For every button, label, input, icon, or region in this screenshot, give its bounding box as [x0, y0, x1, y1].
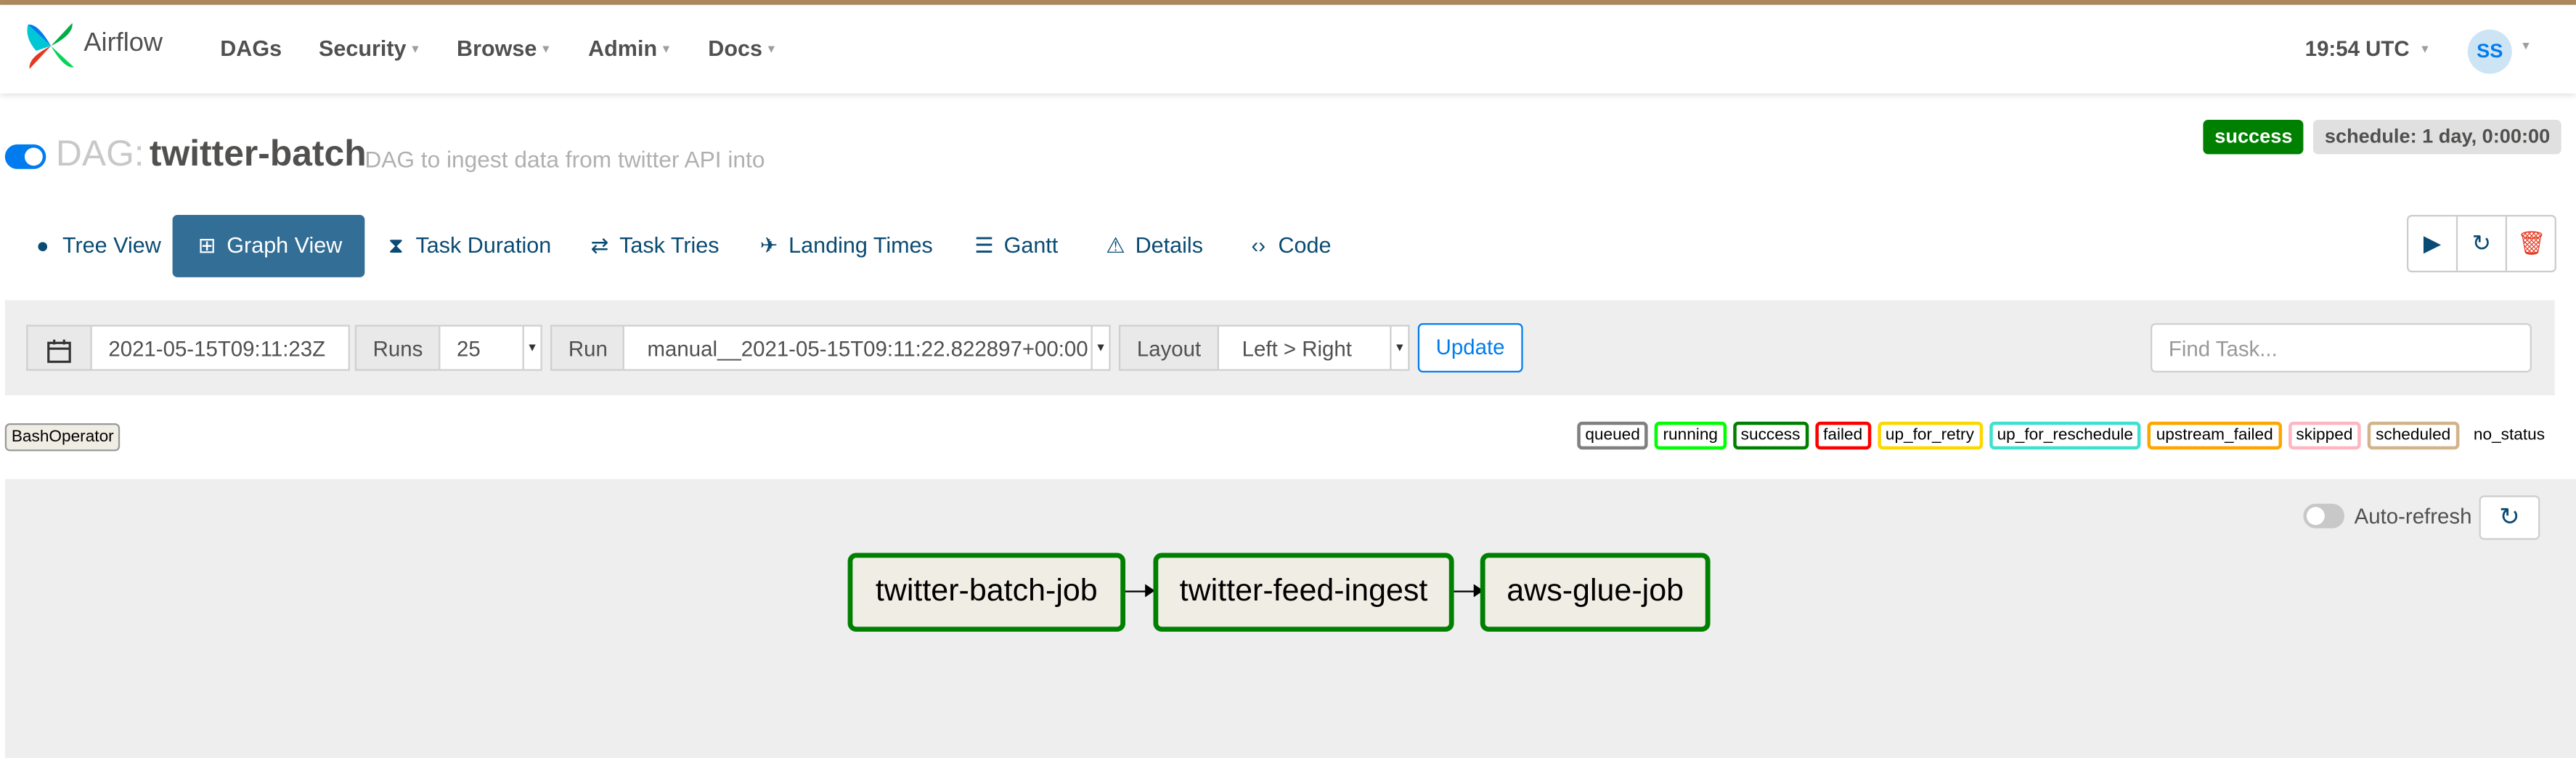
- run-select[interactable]: manual__2021-05-15T09:11:22.822897+00:00: [622, 325, 1093, 371]
- refresh-icon: ↻: [2471, 229, 2492, 256]
- view-tabs: ● Tree View ⊞ Graph View ⧗ Task Duration ⇄ T…: [0, 215, 1479, 277]
- utc-clock-label: 19:54 UTC: [2304, 36, 2410, 61]
- chevron-down-icon: ▼: [765, 44, 778, 56]
- tab-label: Gantt: [1003, 232, 1059, 258]
- base-date-input[interactable]: 2021-05-15T09:11:23Z: [90, 325, 350, 371]
- tab-graph-view[interactable]: ⊞ Graph View: [172, 215, 366, 277]
- runs-select[interactable]: 25: [439, 325, 524, 371]
- graph-canvas[interactable]: Auto-refresh ↻ twitter-batch-job twitter…: [4, 478, 2576, 758]
- caret-down-icon[interactable]: ▼: [1091, 325, 1111, 371]
- warning-triangle-icon: ⚠: [1106, 232, 1125, 258]
- operator-legend[interactable]: BashOperator: [4, 423, 121, 452]
- dag-description: DAG to ingest data from twitter API into: [364, 146, 765, 173]
- top-accent-strip: [0, 0, 2576, 5]
- task-node[interactable]: twitter-batch-job: [847, 553, 1126, 632]
- nav-browse-label: Browse: [457, 36, 537, 61]
- state-skipped[interactable]: skipped: [2288, 420, 2361, 449]
- tab-label: Details: [1135, 232, 1203, 258]
- tab-tree-view[interactable]: ● Tree View: [8, 215, 184, 277]
- dag-actions: ▶ ↻ 🗑: [2407, 215, 2556, 273]
- chevron-down-icon: ▼: [2419, 44, 2431, 56]
- nav-security-label: Security: [318, 36, 407, 61]
- state-failed[interactable]: failed: [1814, 420, 1871, 449]
- state-legend: queued running success failed up_for_ret…: [1577, 420, 2553, 449]
- run-label: Run: [550, 325, 624, 371]
- state-upstream-failed[interactable]: upstream_failed: [2148, 420, 2282, 449]
- dag-prefix: DAG:: [55, 133, 144, 174]
- nav-admin[interactable]: Admin ▼: [588, 36, 672, 61]
- nav-dags-label: DAGs: [220, 36, 282, 61]
- tab-details[interactable]: ⚠ Details: [1081, 215, 1226, 277]
- schedule-badge: schedule: 1 day, 0:00:00: [2313, 119, 2562, 155]
- layout-label: Layout: [1118, 325, 1219, 371]
- tab-label: Task Tries: [619, 232, 720, 258]
- state-scheduled[interactable]: scheduled: [2367, 420, 2459, 449]
- nav-docs[interactable]: Docs ▼: [708, 36, 777, 61]
- delete-dag-button[interactable]: 🗑: [2505, 216, 2556, 271]
- code-icon: ‹›: [1251, 232, 1266, 258]
- play-icon: ▶: [2423, 229, 2442, 256]
- tab-landing-times[interactable]: ✈ Landing Times: [734, 215, 955, 277]
- layout-select[interactable]: Left > Right: [1217, 325, 1392, 371]
- chevron-down-icon: ▼: [539, 44, 552, 56]
- update-button[interactable]: Update: [1417, 323, 1523, 372]
- tab-gantt[interactable]: ☰ Gantt: [950, 215, 1081, 277]
- dag-title: twitter-batch: [149, 133, 367, 174]
- dag-state-badge[interactable]: success: [2203, 119, 2304, 155]
- nav-security[interactable]: Security ▼: [319, 36, 421, 61]
- tab-label: Tree View: [62, 232, 161, 258]
- chevron-down-icon[interactable]: ▼: [2520, 41, 2532, 52]
- graph-refresh-button[interactable]: ↻: [2479, 495, 2540, 540]
- graph-icon: ⊞: [197, 232, 216, 258]
- auto-refresh-label: Auto-refresh: [2354, 503, 2472, 529]
- chevron-down-icon: ▼: [660, 44, 672, 56]
- state-up-for-retry[interactable]: up_for_retry: [1877, 420, 1983, 449]
- refresh-dag-button[interactable]: ↻: [2455, 216, 2506, 271]
- retry-icon: ⇄: [590, 232, 609, 258]
- runs-label: Runs: [354, 325, 441, 371]
- dag-pause-toggle[interactable]: [4, 144, 46, 169]
- brand-name[interactable]: Airflow: [83, 30, 163, 60]
- chevron-down-icon: ▼: [409, 44, 421, 56]
- airflow-pinwheel-icon[interactable]: [23, 18, 79, 74]
- caret-down-icon[interactable]: ▼: [1390, 325, 1410, 371]
- gantt-icon: ☰: [974, 232, 994, 258]
- tab-label: Code: [1278, 232, 1332, 258]
- state-no-status[interactable]: no_status: [2465, 420, 2553, 449]
- tab-label: Landing Times: [788, 232, 933, 258]
- trash-icon: 🗑: [2516, 229, 2547, 256]
- nav-docs-label: Docs: [708, 36, 762, 61]
- utc-clock[interactable]: 19:54 UTC ▼: [2305, 36, 2431, 61]
- task-node[interactable]: twitter-feed-ingest: [1153, 553, 1454, 632]
- tab-code[interactable]: ‹› Code: [1224, 215, 1354, 277]
- calendar-icon: [47, 338, 71, 362]
- state-queued[interactable]: queued: [1577, 420, 1649, 449]
- trigger-dag-button[interactable]: ▶: [2408, 216, 2456, 271]
- plane-landing-icon: ✈: [759, 232, 778, 258]
- calendar-button[interactable]: [26, 325, 92, 371]
- tab-task-tries[interactable]: ⇄ Task Tries: [565, 215, 742, 277]
- tab-label: Task Duration: [415, 232, 552, 258]
- state-success[interactable]: success: [1732, 420, 1809, 449]
- pin-icon: ●: [36, 232, 49, 258]
- tab-task-duration[interactable]: ⧗ Task Duration: [362, 215, 574, 277]
- state-up-for-reschedule[interactable]: up_for_reschedule: [1989, 420, 2142, 449]
- state-running[interactable]: running: [1655, 420, 1727, 449]
- user-avatar[interactable]: SS: [2467, 29, 2512, 74]
- caret-down-icon[interactable]: ▼: [522, 325, 542, 371]
- nav-browse[interactable]: Browse ▼: [457, 36, 552, 61]
- navbar: Airflow DAGs Security ▼ Browse ▼ Admin ▼ Do…: [0, 4, 2576, 94]
- tab-label: Graph View: [227, 232, 343, 258]
- nav-admin-label: Admin: [588, 36, 658, 61]
- refresh-icon: ↻: [2499, 503, 2520, 532]
- nav-dags[interactable]: DAGs: [220, 36, 282, 61]
- auto-refresh-toggle[interactable]: [2303, 503, 2345, 529]
- graph-controls: 2021-05-15T09:11:23Z Runs 25 ▼ Run manua…: [4, 300, 2555, 396]
- hourglass-icon: ⧗: [388, 232, 404, 258]
- find-task-input[interactable]: [2151, 323, 2532, 372]
- task-node[interactable]: aws-glue-job: [1480, 553, 1711, 632]
